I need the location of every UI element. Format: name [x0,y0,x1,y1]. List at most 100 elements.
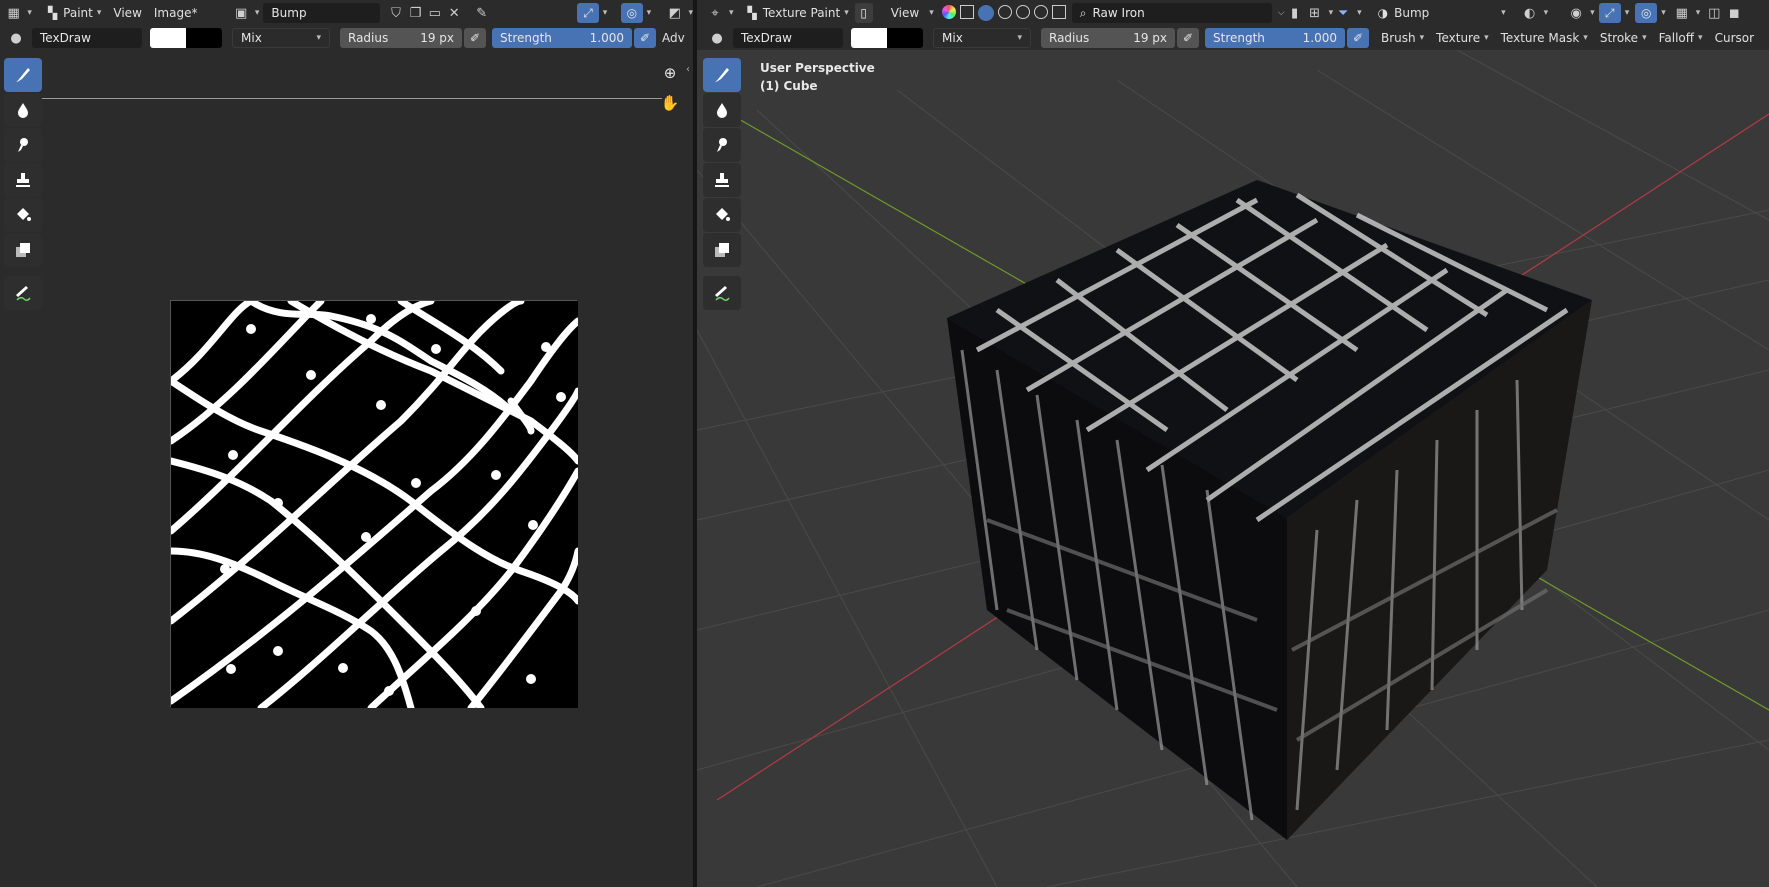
solid-shading-icon[interactable] [977,5,994,21]
open-folder-icon[interactable]: ▭ [425,3,444,23]
panel-stroke[interactable]: Stroke ▾ [1594,28,1653,48]
mask-icon [715,243,729,257]
mode-selector[interactable]: ▚ Texture Paint ▾ [742,3,855,23]
menu-view[interactable]: View [885,3,925,23]
chevron-down-icon[interactable]: ▾ [603,8,608,18]
fill-tool[interactable] [703,198,741,232]
brush-preview-icon[interactable]: ● [6,28,26,48]
fill-tool[interactable] [4,198,42,232]
blend-mode-dropdown[interactable]: Mix ▾ [933,28,1031,48]
chevron-down-icon[interactable]: ▾ [1544,8,1549,18]
overlay-icon[interactable]: ◎ [1635,3,1658,23]
visibility-icon[interactable]: ◉ [1566,3,1586,23]
pan-hand-icon[interactable]: ✋ [657,90,683,116]
filter-icon[interactable]: ⏷ [1333,3,1353,23]
primary-color-swatch[interactable] [150,28,186,48]
clone-tool[interactable] [703,163,741,197]
mode-selector[interactable]: ▚ Paint ▾ [42,3,107,23]
chevron-down-icon[interactable]: ▾ [729,8,734,18]
brush-name-field[interactable]: TexDraw [32,28,142,48]
pin-icon[interactable]: ✎ [472,3,491,23]
image-canvas[interactable] [167,297,582,712]
texture-slot-selector[interactable]: ◑ Bump ▾ [1371,3,1512,23]
radius-field[interactable]: Radius 19 px [340,28,462,48]
xray-icon[interactable]: ▦ [1672,3,1692,23]
secondary-color-swatch[interactable] [887,28,923,48]
secondary-color-swatch[interactable] [186,28,222,48]
bookmark-icon[interactable]: ▮ [1285,3,1305,23]
mask-tool[interactable] [4,233,42,267]
strength-field[interactable]: Strength 1.000 [492,28,632,48]
radius-field[interactable]: Radius 19 px [1041,28,1175,48]
layout-icon[interactable]: ⊞ [1305,3,1325,23]
brush-name-field[interactable]: TexDraw [733,28,843,48]
panel-falloff[interactable]: Falloff ▾ [1653,28,1709,48]
object-icon[interactable] [959,5,974,19]
chevron-down-icon[interactable]: ▾ [1625,8,1630,18]
annotate-tool[interactable] [703,276,741,310]
panel-texture[interactable]: Texture ▾ [1430,28,1494,48]
3d-viewport: ⌖ ▾ ▚ Texture Paint ▾ ▯ View ▾ ⌕ Raw Iron [697,0,1769,887]
editor-type-icon[interactable]: ⌖ [705,3,725,23]
editor-region-line [42,98,662,99]
image-name-field[interactable]: Bump [263,3,381,23]
primary-color-swatch[interactable] [851,28,887,48]
chevron-down-icon[interactable]: ⌵ [1278,8,1285,18]
lights-icon[interactable] [1033,5,1048,19]
material-shading-icon[interactable] [997,5,1012,19]
annotate-tool[interactable] [4,276,42,310]
panel-cursor[interactable]: Cursor [1709,28,1760,48]
close-icon[interactable]: ✕ [445,3,464,23]
chevron-down-icon[interactable]: ▾ [1357,8,1362,18]
material-search-field[interactable]: ⌕ Raw Iron [1071,3,1272,23]
chevron-down-icon[interactable]: ▾ [27,8,32,18]
slots-icon[interactable]: ▯ [854,3,873,23]
chevron-down-icon[interactable]: ▾ [255,8,260,18]
soften-tool[interactable] [703,93,741,127]
fake-user-icon[interactable]: ⛉ [386,3,405,23]
editor-type-icon[interactable]: ▦ [4,3,23,23]
smear-tool[interactable] [4,128,42,162]
viewport-scene[interactable] [697,50,1769,887]
draw-brush-tool[interactable] [703,58,741,92]
menu-view[interactable]: View [107,3,147,23]
smear-tool[interactable] [703,128,741,162]
panel-brush[interactable]: Brush ▾ [1375,28,1430,48]
blend-mode-dropdown[interactable]: Mix ▾ [232,28,330,48]
brush-preview-icon[interactable]: ● [707,28,727,48]
radius-pressure-icon[interactable]: ✐ [1177,28,1199,48]
color-sphere-icon[interactable] [941,5,956,19]
uv-sync-icon[interactable]: ⤢ [577,3,599,23]
wireframe-icon[interactable]: ◫ [1704,3,1724,23]
overlay-icon[interactable]: ◎ [621,3,643,23]
advanced-panel[interactable]: Adv [656,28,691,48]
radius-pressure-icon[interactable]: ✐ [464,28,486,48]
soften-tool[interactable] [4,93,42,127]
strength-pressure-icon[interactable]: ✐ [1347,28,1369,48]
chevron-down-icon[interactable]: ▾ [647,8,652,18]
strength-field[interactable]: Strength 1.000 [1205,28,1345,48]
chevron-down-icon[interactable]: ▾ [1661,8,1666,18]
chevron-down-icon[interactable]: ▾ [1696,8,1701,18]
image-browse-icon[interactable]: ▣ [231,3,250,23]
panel-texture-mask[interactable]: Texture Mask ▾ [1495,28,1594,48]
sidebar-toggle-icon[interactable]: ‹ [686,64,690,75]
strength-pressure-icon[interactable]: ✐ [634,28,656,48]
bucket-icon [17,208,31,221]
textured-cube[interactable] [947,180,1592,840]
chevron-down-icon[interactable]: ▾ [929,8,934,18]
draw-brush-tool[interactable] [4,58,42,92]
gizmo-icon[interactable]: ⤢ [1598,3,1621,23]
mask-tool[interactable] [703,233,741,267]
display-channels-icon[interactable]: ◩ [665,3,684,23]
drop-icon [18,103,28,118]
chevron-down-icon[interactable]: ▾ [1590,8,1595,18]
zoom-icon[interactable]: ⊕ [657,60,683,86]
viewport-shading-icon[interactable]: ◐ [1520,3,1540,23]
render-shading-icon[interactable] [1015,5,1030,19]
solid-icon[interactable]: ◼ [1724,3,1744,23]
menu-image[interactable]: Image* [148,3,204,23]
scene-icon[interactable] [1051,5,1066,19]
duplicate-image-icon[interactable]: ❐ [406,3,425,23]
clone-tool[interactable] [4,163,42,197]
